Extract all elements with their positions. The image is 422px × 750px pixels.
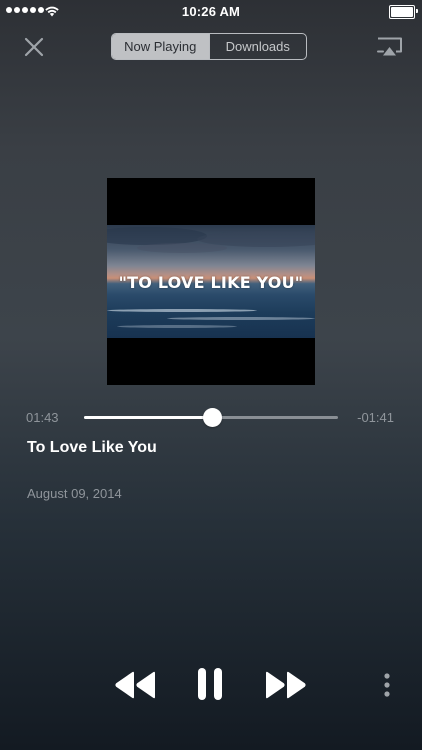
tab-now-playing[interactable]: Now Playing [112, 34, 209, 59]
artwork-title-text: "TO LOVE LIKE YOU" [118, 273, 304, 292]
more-options-button[interactable] [378, 670, 396, 700]
rewind-button[interactable] [111, 667, 161, 703]
pause-button[interactable] [192, 664, 228, 704]
more-vertical-icon [384, 673, 390, 697]
status-time: 10:26 AM [181, 4, 241, 19]
elapsed-time: 01:43 [26, 410, 59, 425]
song-date: August 09, 2014 [27, 486, 122, 501]
pause-icon [198, 668, 222, 700]
progress-played [84, 416, 213, 419]
status-bar: 10:26 AM [0, 0, 422, 22]
airplay-button[interactable] [375, 36, 403, 58]
progress-slider[interactable] [84, 408, 338, 427]
close-icon [24, 37, 44, 57]
tab-downloads[interactable]: Downloads [208, 34, 307, 59]
rewind-icon [115, 671, 155, 699]
fast-forward-icon [266, 671, 306, 699]
song-title: To Love Like You [27, 439, 157, 456]
fast-forward-button[interactable] [260, 667, 310, 703]
album-artwork: "TO LOVE LIKE YOU" [107, 178, 315, 385]
airplay-icon [376, 37, 402, 56]
progress-thumb[interactable] [203, 408, 223, 427]
close-button[interactable] [20, 33, 48, 61]
view-segmented-control: Now Playing Downloads [111, 33, 307, 60]
battery-full-icon [389, 5, 418, 19]
remaining-time: -01:41 [357, 410, 394, 425]
